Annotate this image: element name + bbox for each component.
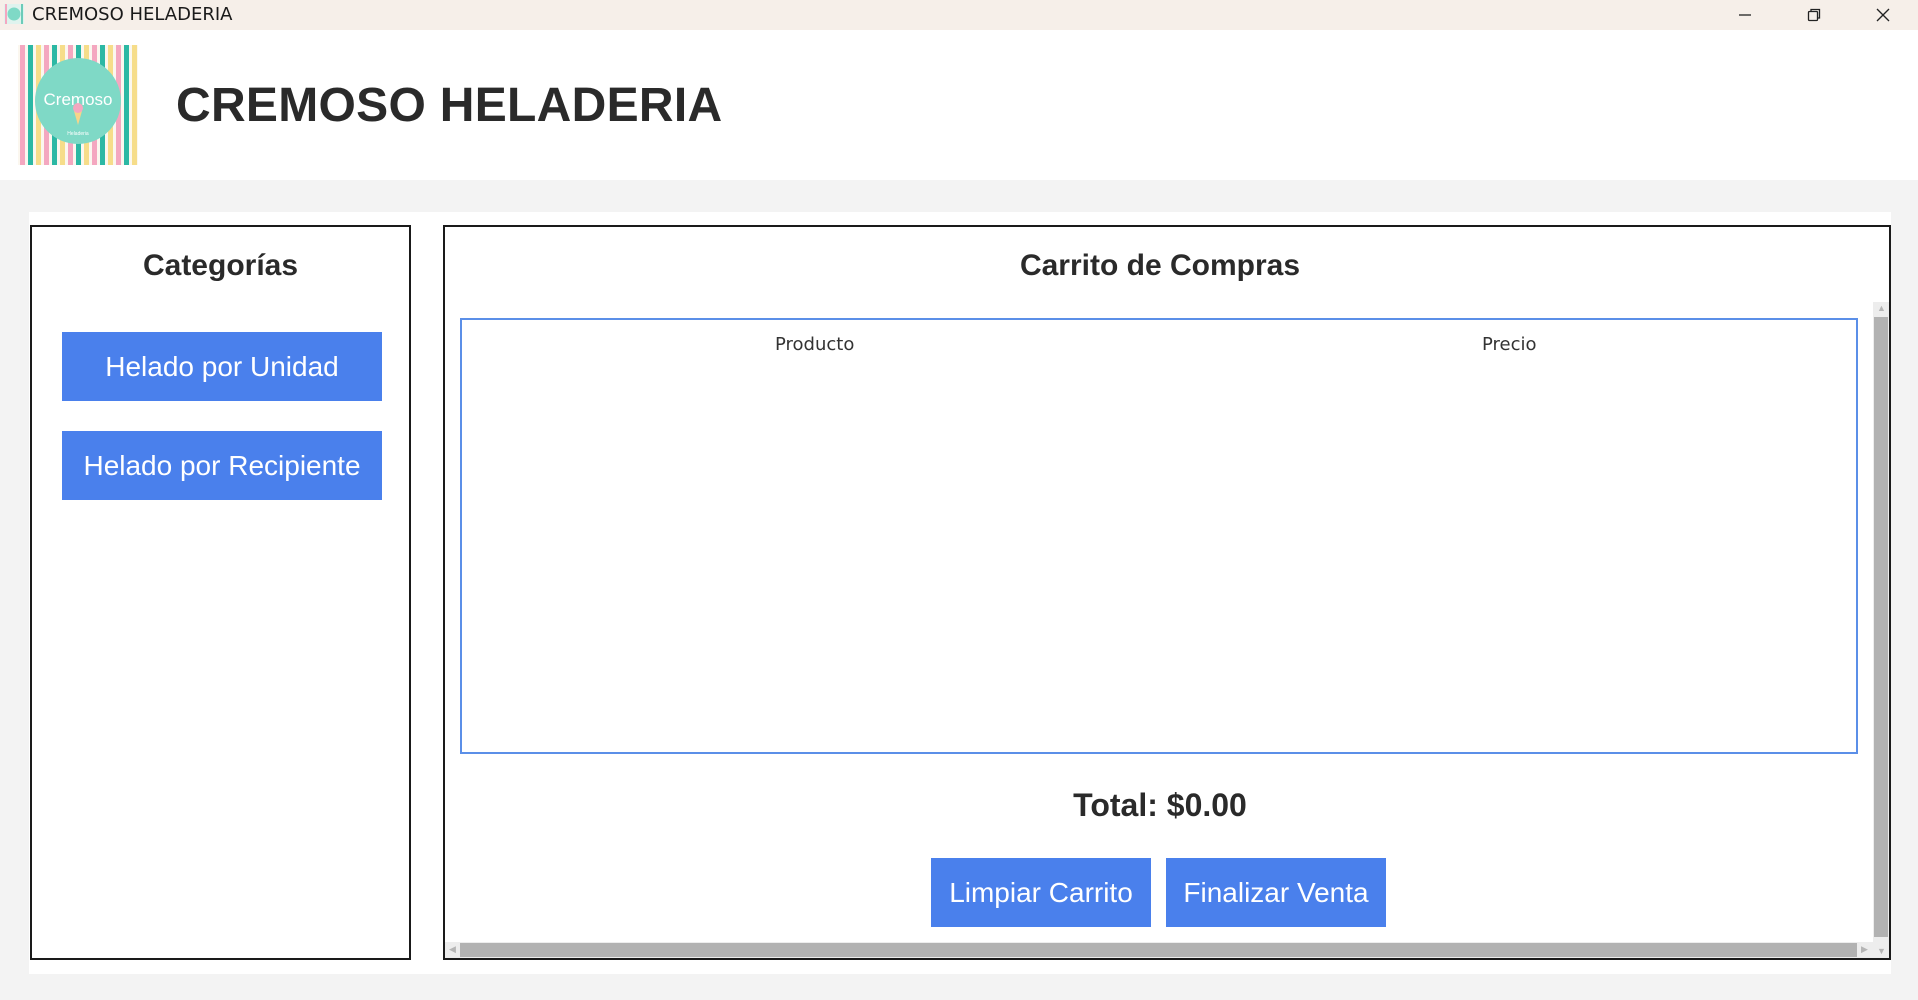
cart-table[interactable]: Producto Precio (460, 318, 1858, 754)
minimize-icon (1739, 14, 1751, 16)
scroll-left-arrow-icon[interactable]: ◀ (449, 945, 456, 954)
vertical-scrollbar[interactable]: ▲ ▼ (1873, 302, 1889, 958)
restore-icon (1807, 8, 1821, 22)
cart-title: Carrito de Compras (1019, 249, 1301, 282)
main-content: Categorías Helado por Unidad Helado por … (29, 212, 1891, 974)
scroll-up-arrow-icon[interactable]: ▲ (1877, 304, 1886, 313)
restore-button[interactable] (1784, 0, 1844, 30)
column-header-precio[interactable]: Precio (1482, 334, 1537, 355)
categories-title: Categorías (142, 249, 299, 282)
close-button[interactable] (1853, 0, 1913, 30)
checkout-button[interactable]: Finalizar Venta (1166, 858, 1386, 927)
categories-panel: Categorías Helado por Unidad Helado por … (30, 225, 411, 960)
minimize-button[interactable] (1715, 0, 1775, 30)
category-recipiente-button[interactable]: Helado por Recipiente (62, 431, 382, 500)
brand-logo: Cremoso Heladeria (18, 45, 138, 165)
page-title: CREMOSO HELADERIA (176, 79, 723, 132)
close-icon (1876, 8, 1890, 22)
window-title: CREMOSO HELADERIA (32, 4, 233, 25)
category-unidad-button[interactable]: Helado por Unidad (62, 332, 382, 401)
cart-panel: Carrito de Compras Producto Precio Total… (443, 225, 1891, 960)
horizontal-scroll-thumb[interactable] (460, 943, 1857, 957)
scroll-down-arrow-icon[interactable]: ▼ (1877, 947, 1886, 956)
window-title-bar: CREMOSO HELADERIA (0, 0, 1918, 30)
column-header-producto[interactable]: Producto (775, 334, 854, 355)
app-icon (4, 4, 24, 24)
vertical-scroll-thumb[interactable] (1874, 317, 1888, 937)
app-header: Cremoso Heladeria CREMOSO HELADERIA (0, 30, 1918, 180)
horizontal-scrollbar[interactable]: ◀ ▶ (445, 942, 1873, 958)
logo-subtext: Heladeria (67, 131, 89, 137)
cart-total: Total: $0.00 (1073, 787, 1247, 823)
clear-cart-button[interactable]: Limpiar Carrito (931, 858, 1151, 927)
scroll-right-arrow-icon[interactable]: ▶ (1861, 945, 1868, 954)
